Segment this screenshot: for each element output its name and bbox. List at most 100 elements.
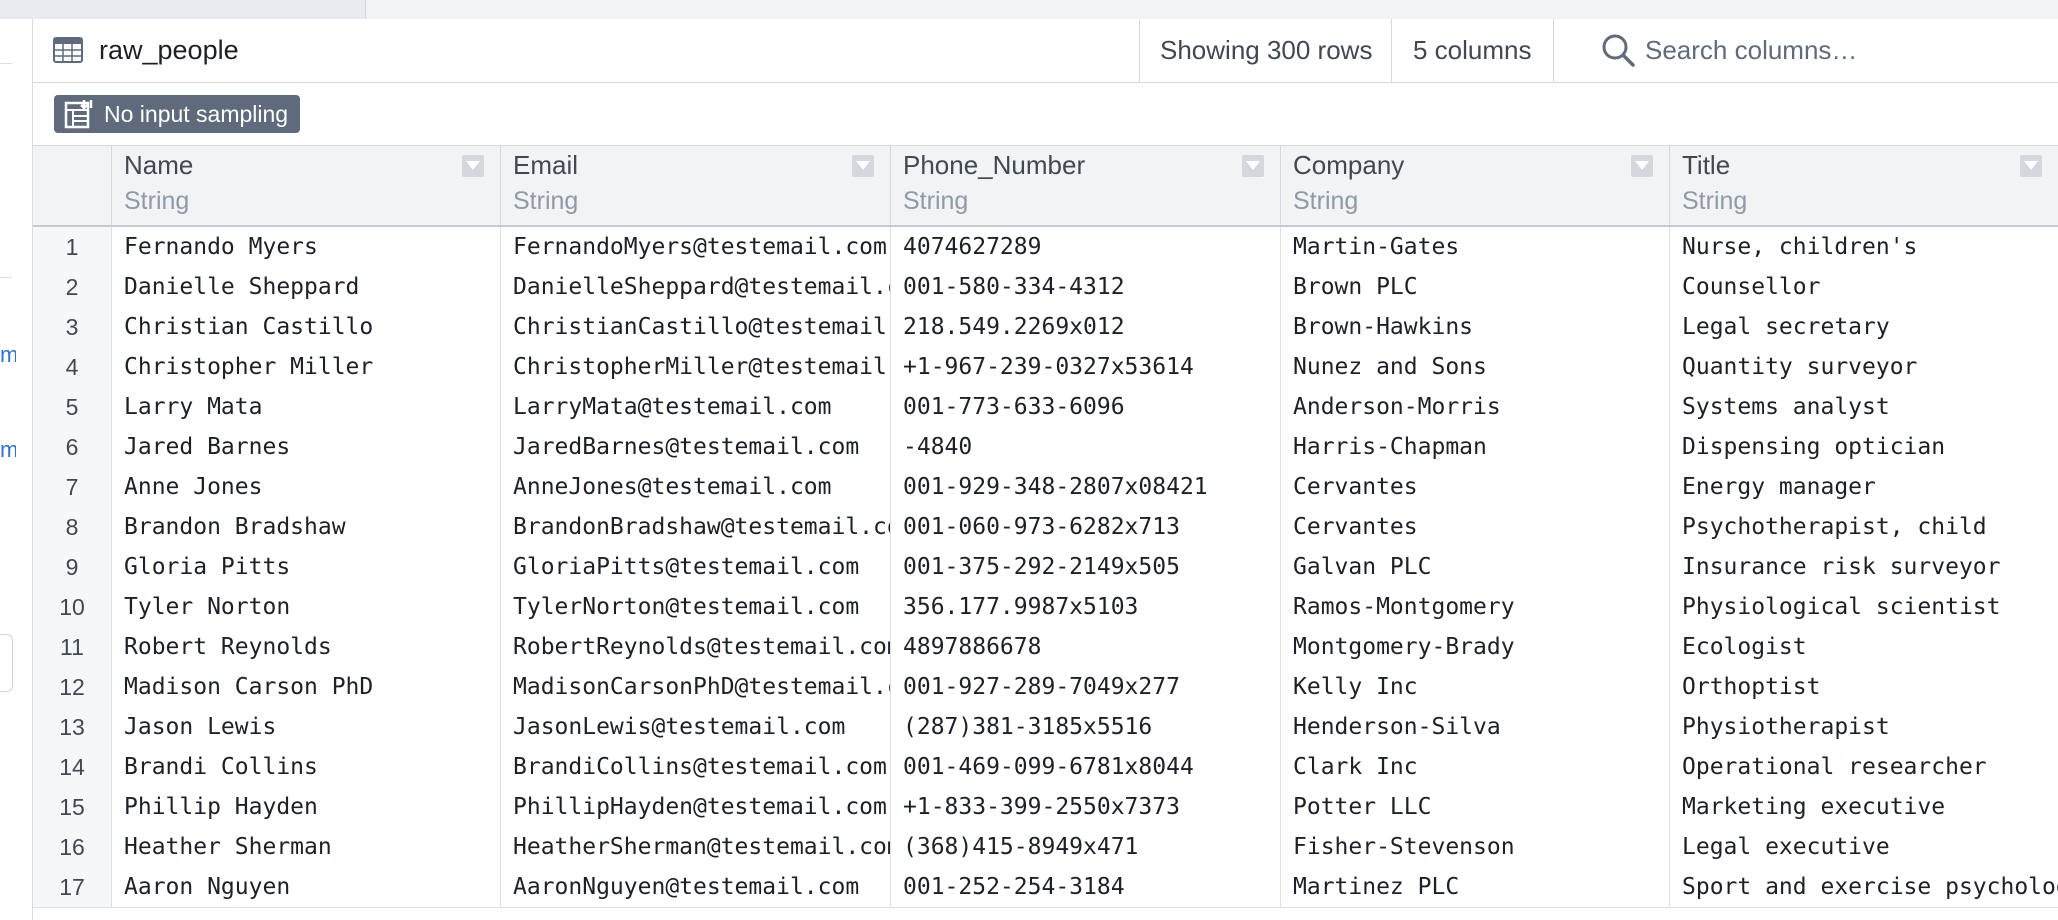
column-header-phone-number[interactable]: Phone_Number String [890, 146, 1281, 225]
table-cell[interactable]: BrandiCollins@testemail.com [500, 747, 890, 787]
table-cell[interactable]: Ecologist [1669, 627, 2058, 667]
table-cell[interactable]: Quantity surveyor [1669, 347, 2058, 387]
table-cell[interactable]: Christian Castillo [111, 307, 500, 347]
table-cell[interactable]: ChristopherMiller@testemail.com [500, 347, 890, 387]
table-cell[interactable]: HeatherSherman@testemail.com [500, 827, 890, 867]
table-cell[interactable]: 001-469-099-6781x8044 [890, 747, 1280, 787]
table-cell[interactable]: GloriaPitts@testemail.com [500, 547, 890, 587]
table-cell[interactable]: AnneJones@testemail.com [500, 467, 890, 507]
table-cell[interactable]: Robert Reynolds [111, 627, 500, 667]
table-cell[interactable]: Legal secretary [1669, 307, 2058, 347]
table-cell[interactable]: 001-929-348-2807x08421 [890, 467, 1280, 507]
table-cell[interactable]: Phillip Hayden [111, 787, 500, 827]
table-cell[interactable]: Jared Barnes [111, 427, 500, 467]
table-cell[interactable]: Energy manager [1669, 467, 2058, 507]
table-cell[interactable]: 4074627289 [890, 227, 1280, 267]
table-cell[interactable]: 356.177.9987x5103 [890, 587, 1280, 627]
table-cell[interactable]: Fernando Myers [111, 227, 500, 267]
table-cell[interactable]: 001-375-292-2149x505 [890, 547, 1280, 587]
table-cell[interactable]: BrandonBradshaw@testemail.com [500, 507, 890, 547]
table-cell[interactable]: 001-773-633-6096 [890, 387, 1280, 427]
table-row[interactable]: 2 Danielle Sheppard DanielleSheppard@teste… [33, 267, 2058, 308]
no-input-sampling-badge[interactable]: No input sampling [54, 95, 301, 133]
table-cell[interactable]: Montgomery-Brady [1280, 627, 1669, 667]
table-cell[interactable]: 4897886678 [890, 627, 1280, 667]
table-row[interactable]: 9 Gloria Pitts GloriaPitts@testemail.com 00… [33, 547, 2058, 588]
table-cell[interactable]: 001-927-289-7049x277 [890, 667, 1280, 707]
table-row[interactable]: 11 Robert Reynolds RobertReynolds@testemai… [33, 627, 2058, 668]
table-cell[interactable]: Fisher-Stevenson [1280, 827, 1669, 867]
table-cell[interactable]: Tyler Norton [111, 587, 500, 627]
table-row[interactable]: 13 Jason Lewis JasonLewis@testemail.com (28… [33, 707, 2058, 748]
table-cell[interactable]: Jason Lewis [111, 707, 500, 747]
table-cell[interactable]: Psychotherapist, child [1669, 507, 2058, 547]
table-cell[interactable]: Potter LLC [1280, 787, 1669, 827]
table-cell[interactable]: Galvan PLC [1280, 547, 1669, 587]
table-cell[interactable]: Nurse, children's [1669, 227, 2058, 267]
table-cell[interactable]: Kelly Inc [1280, 667, 1669, 707]
table-row[interactable]: 16 Heather Sherman HeatherSherman@testemai… [33, 827, 2058, 868]
table-cell[interactable]: JaredBarnes@testemail.com [500, 427, 890, 467]
column-header-company[interactable]: Company String [1280, 146, 1670, 225]
table-cell[interactable]: TylerNorton@testemail.com [500, 587, 890, 627]
table-cell[interactable]: Anne Jones [111, 467, 500, 507]
table-cell[interactable]: (287)381-3185x5516 [890, 707, 1280, 747]
table-cell[interactable]: Brown-Hawkins [1280, 307, 1669, 347]
table-cell[interactable]: +1-967-239-0327x53614 [890, 347, 1280, 387]
table-cell[interactable]: Insurance risk surveyor [1669, 547, 2058, 587]
table-row[interactable]: 17 Aaron Nguyen AaronNguyen@testemail.com 0… [33, 867, 2058, 908]
column-header-title[interactable]: Title String [1669, 146, 2058, 225]
rail-link-icon[interactable]: m [0, 342, 16, 368]
table-cell[interactable]: Orthoptist [1669, 667, 2058, 707]
table-row[interactable]: 14 Brandi Collins BrandiCollins@testemail.… [33, 747, 2058, 788]
table-cell[interactable]: DanielleSheppard@testemail.com [500, 267, 890, 307]
table-cell[interactable]: RobertReynolds@testemail.com [500, 627, 890, 667]
table-cell[interactable]: Sport and exercise psychologist [1669, 867, 2058, 907]
table-row[interactable]: 5 Larry Mata LarryMata@testemail.com 001-77… [33, 387, 2058, 428]
table-cell[interactable]: Physiological scientist [1669, 587, 2058, 627]
table-cell[interactable]: 218.549.2269x012 [890, 307, 1280, 347]
table-cell[interactable]: Operational researcher [1669, 747, 2058, 787]
table-cell[interactable]: Martinez PLC [1280, 867, 1669, 907]
table-cell[interactable]: LarryMata@testemail.com [500, 387, 890, 427]
table-cell[interactable]: Madison Carson PhD [111, 667, 500, 707]
table-cell[interactable]: -4840 [890, 427, 1280, 467]
table-cell[interactable]: Physiotherapist [1669, 707, 2058, 747]
column-menu-icon[interactable] [1241, 154, 1265, 178]
table-cell[interactable]: 001-580-334-4312 [890, 267, 1280, 307]
table-cell[interactable]: Danielle Sheppard [111, 267, 500, 307]
table-cell[interactable]: Brown PLC [1280, 267, 1669, 307]
table-cell[interactable]: Martin-Gates [1280, 227, 1669, 267]
table-cell[interactable]: Brandon Bradshaw [111, 507, 500, 547]
table-cell[interactable]: (368)415-8949x471 [890, 827, 1280, 867]
table-cell[interactable]: Marketing executive [1669, 787, 2058, 827]
table-cell[interactable]: +1-833-399-2550x7373 [890, 787, 1280, 827]
column-menu-icon[interactable] [461, 154, 485, 178]
table-cell[interactable]: Legal executive [1669, 827, 2058, 867]
column-menu-icon[interactable] [2019, 154, 2043, 178]
search-columns-input[interactable] [1645, 30, 2045, 70]
table-cell[interactable]: Counsellor [1669, 267, 2058, 307]
table-cell[interactable]: Systems analyst [1669, 387, 2058, 427]
column-menu-icon[interactable] [851, 154, 875, 178]
table-cell[interactable]: Cervantes [1280, 507, 1669, 547]
table-cell[interactable]: AaronNguyen@testemail.com [500, 867, 890, 907]
table-row[interactable]: 12 Madison Carson PhD MadisonCarsonPhD@tes… [33, 667, 2058, 708]
rail-link-icon[interactable]: m [0, 437, 16, 463]
table-cell[interactable]: 001-060-973-6282x713 [890, 507, 1280, 547]
table-cell[interactable]: FernandoMyers@testemail.com [500, 227, 890, 267]
table-row[interactable]: 1 Fernando Myers FernandoMyers@testemail.c… [33, 227, 2058, 268]
table-cell[interactable]: Christopher Miller [111, 347, 500, 387]
table-row[interactable]: 6 Jared Barnes JaredBarnes@testemail.com -4… [33, 427, 2058, 468]
table-cell[interactable]: 001-252-254-3184 [890, 867, 1280, 907]
editor-tab[interactable] [0, 0, 366, 19]
table-cell[interactable]: Henderson-Silva [1280, 707, 1669, 747]
table-cell[interactable]: MadisonCarsonPhD@testemail.com [500, 667, 890, 707]
table-cell[interactable]: Ramos-Montgomery [1280, 587, 1669, 627]
table-cell[interactable]: Anderson-Morris [1280, 387, 1669, 427]
table-cell[interactable]: Cervantes [1280, 467, 1669, 507]
table-row[interactable]: 4 Christopher Miller ChristopherMiller@tes… [33, 347, 2058, 388]
table-cell[interactable]: Larry Mata [111, 387, 500, 427]
column-menu-icon[interactable] [1630, 154, 1654, 178]
table-cell[interactable]: Nunez and Sons [1280, 347, 1669, 387]
